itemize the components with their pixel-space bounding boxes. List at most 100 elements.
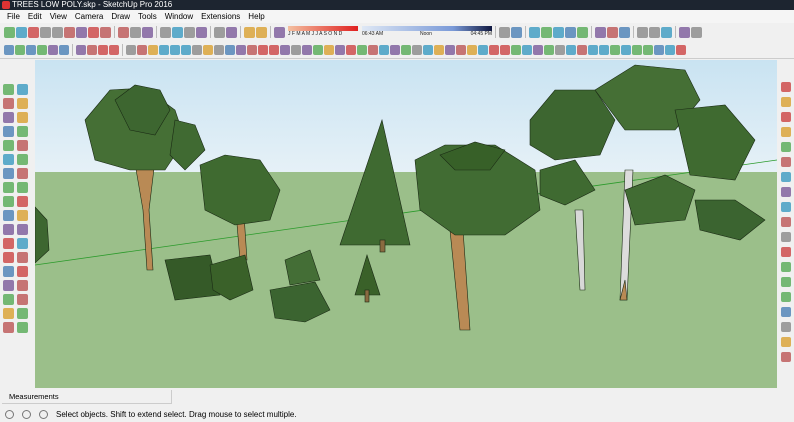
push-pull-icon[interactable] xyxy=(214,44,224,55)
paint-icon[interactable] xyxy=(148,44,158,55)
open-icon[interactable] xyxy=(130,26,141,38)
photo-textures-icon[interactable] xyxy=(781,127,791,137)
add-location-icon[interactable] xyxy=(781,97,791,107)
left-view-icon[interactable] xyxy=(577,26,588,38)
menu-view[interactable]: View xyxy=(46,10,71,23)
cut-icon[interactable] xyxy=(160,26,171,38)
move-icon[interactable] xyxy=(3,182,14,193)
move-icon[interactable] xyxy=(225,44,235,55)
back-edges-icon[interactable] xyxy=(619,26,630,38)
erase-icon[interactable] xyxy=(196,26,207,38)
paint-bucket-icon[interactable] xyxy=(40,26,51,38)
rotated-rectangle-icon[interactable] xyxy=(17,126,28,137)
intersect-icon[interactable] xyxy=(522,44,532,55)
sandbox-icon[interactable] xyxy=(691,26,702,38)
zoom-icon[interactable] xyxy=(3,280,14,291)
wireframe-icon[interactable] xyxy=(52,26,63,38)
iso-view-icon[interactable] xyxy=(511,26,522,38)
outer-shell-icon[interactable] xyxy=(577,44,587,55)
make-component-icon[interactable] xyxy=(16,26,27,38)
materials-icon[interactable] xyxy=(98,44,108,55)
style-builder-icon[interactable] xyxy=(781,322,791,332)
3d-text-icon[interactable] xyxy=(313,44,323,55)
subtract-icon[interactable] xyxy=(544,44,554,55)
share-component-icon[interactable] xyxy=(781,172,791,182)
tape-measure-icon[interactable] xyxy=(258,44,268,55)
front-icon[interactable] xyxy=(26,44,36,55)
eraser-icon[interactable] xyxy=(28,26,39,38)
dynamic-components-icon[interactable] xyxy=(665,44,675,55)
circle-icon[interactable] xyxy=(3,140,14,151)
look-around-icon[interactable] xyxy=(412,44,422,55)
follow-me-icon[interactable] xyxy=(126,44,136,55)
position-camera-icon[interactable] xyxy=(401,44,411,55)
month-slider[interactable]: J F M A M J J A S O N D xyxy=(288,25,358,39)
stamp-icon[interactable] xyxy=(478,44,488,55)
pie-icon[interactable] xyxy=(17,168,28,179)
share-icon[interactable] xyxy=(643,44,653,55)
menu-tools[interactable]: Tools xyxy=(134,10,161,23)
time-slider[interactable]: 06:43 AM Noon 04:45 PM xyxy=(362,25,492,39)
get-models-icon[interactable] xyxy=(781,142,791,152)
three-point-arc-icon[interactable] xyxy=(3,168,14,179)
extension-warehouse-icon[interactable] xyxy=(781,187,791,197)
dimension-icon[interactable] xyxy=(269,44,279,55)
left-icon[interactable] xyxy=(59,44,69,55)
hidden-line-icon[interactable] xyxy=(64,26,75,38)
union-icon[interactable] xyxy=(533,44,543,55)
drape-icon[interactable] xyxy=(489,44,499,55)
walk-icon[interactable] xyxy=(3,322,14,333)
extension-warehouse-icon[interactable] xyxy=(76,44,86,55)
menu-help[interactable]: Help xyxy=(244,10,268,23)
attributes-icon[interactable] xyxy=(676,44,686,55)
sandbox-from-scratch-icon[interactable] xyxy=(456,44,466,55)
make-component-icon[interactable] xyxy=(17,84,28,95)
geo-location-icon[interactable] xyxy=(599,44,609,55)
select-icon[interactable] xyxy=(3,84,14,95)
circle-icon[interactable] xyxy=(181,44,191,55)
offset-icon[interactable] xyxy=(203,44,213,55)
text-icon[interactable] xyxy=(17,238,28,249)
save-icon[interactable] xyxy=(142,26,153,38)
layer-icon[interactable] xyxy=(679,26,690,38)
polygon-icon[interactable] xyxy=(192,44,202,55)
credits-icon[interactable] xyxy=(22,409,31,419)
layout-icon[interactable] xyxy=(781,307,791,317)
look-around-icon[interactable] xyxy=(17,308,28,319)
user-icon[interactable] xyxy=(39,409,48,419)
solid-tools-icon[interactable] xyxy=(781,247,791,257)
redo-icon[interactable] xyxy=(226,26,237,38)
back-view-icon[interactable] xyxy=(565,26,576,38)
eraser-icon[interactable] xyxy=(17,98,28,109)
toggle-terrain-icon[interactable] xyxy=(781,112,791,122)
section-plane-icon[interactable] xyxy=(17,322,28,333)
look-around-icon[interactable] xyxy=(649,26,660,38)
rotate-icon[interactable] xyxy=(236,44,246,55)
geo-location-status-icon[interactable] xyxy=(5,409,14,419)
model-viewport[interactable] xyxy=(35,60,777,388)
photo-textures-icon[interactable] xyxy=(610,44,620,55)
previous-view-icon[interactable] xyxy=(17,294,28,305)
right-icon[interactable] xyxy=(37,44,47,55)
smoove-icon[interactable] xyxy=(467,44,477,55)
axes-icon[interactable] xyxy=(3,252,14,263)
walk-icon[interactable] xyxy=(423,44,433,55)
generate-report-icon[interactable] xyxy=(654,44,664,55)
xray-icon[interactable] xyxy=(607,26,618,38)
rotate-icon[interactable] xyxy=(3,196,14,207)
top-view-icon[interactable] xyxy=(529,26,540,38)
upload-icon[interactable] xyxy=(621,44,631,55)
camera-icon[interactable] xyxy=(637,26,648,38)
next-icon[interactable] xyxy=(390,44,400,55)
sandbox-icon[interactable] xyxy=(781,232,791,242)
solid-inspector-icon[interactable] xyxy=(588,44,598,55)
flip-edge-icon[interactable] xyxy=(511,44,521,55)
scale-icon[interactable] xyxy=(3,210,14,221)
zoom-window-icon[interactable] xyxy=(17,280,28,291)
menu-edit[interactable]: Edit xyxy=(24,10,46,23)
section-icon[interactable] xyxy=(434,44,444,55)
split-icon[interactable] xyxy=(566,44,576,55)
add-detail-icon[interactable] xyxy=(500,44,510,55)
dimension-icon[interactable] xyxy=(17,224,28,235)
orbit-icon[interactable] xyxy=(324,44,334,55)
